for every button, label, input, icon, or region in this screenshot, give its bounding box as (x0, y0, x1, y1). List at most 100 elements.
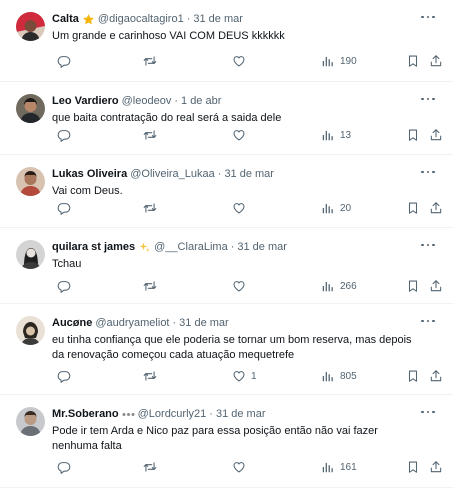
timestamp[interactable]: 31 de mar (224, 166, 274, 183)
reply-tweet[interactable]: Mr.Soberano @Lordcurly21 · 31 de mar Pode ir… (0, 395, 453, 488)
separator-dot: · (230, 241, 235, 253)
bookmark-button[interactable] (401, 53, 420, 69)
reply-button[interactable] (52, 53, 71, 69)
action-bar: 1 805 (52, 368, 442, 384)
star-emoji-icon (82, 13, 95, 26)
share-button[interactable] (424, 200, 443, 216)
reply-tweet[interactable]: Leo Vardiero @leodeov · 1 de abr que baita c… (0, 82, 453, 155)
author-handle[interactable]: @audryameliot (95, 315, 169, 332)
like-icon (232, 128, 246, 142)
like-icon (232, 54, 246, 68)
reply-icon (57, 201, 71, 215)
author-name[interactable]: Calta (52, 11, 79, 28)
share-button[interactable] (424, 278, 443, 294)
share-icon (429, 128, 443, 142)
avatar[interactable] (16, 12, 45, 41)
author-name[interactable]: Leo Vardiero (52, 93, 119, 110)
reply-tweet[interactable]: Calta @digaocaltagiro1 · 31 de mar Um grande… (0, 0, 453, 82)
more-options-icon[interactable] (421, 14, 435, 20)
bookmark-icon (406, 201, 420, 215)
retweet-button[interactable] (138, 459, 157, 475)
separator-dot: · (174, 95, 179, 107)
views-icon (321, 369, 335, 383)
share-button[interactable] (424, 127, 443, 143)
like-button[interactable] (227, 459, 246, 475)
retweet-button[interactable] (138, 368, 157, 384)
like-button[interactable]: 1 (227, 368, 257, 384)
share-button[interactable] (424, 53, 443, 69)
author-handle[interactable]: @__ClaraLima (154, 239, 228, 256)
avatar[interactable] (16, 407, 45, 436)
reply-icon (57, 128, 71, 142)
author-handle[interactable]: @digaocaltagiro1 (98, 11, 184, 28)
views-count: 161 (340, 461, 357, 473)
share-icon (429, 369, 443, 383)
bookmark-button[interactable] (401, 127, 420, 143)
reply-tweet[interactable]: quilara st james @__ClaraLima · 31 de mar Tc… (0, 228, 453, 304)
retweet-button[interactable] (138, 278, 157, 294)
more-options-icon[interactable] (421, 169, 435, 175)
views-icon (321, 128, 335, 142)
reply-button[interactable] (52, 127, 71, 143)
views-button[interactable]: 190 (316, 53, 357, 69)
share-button[interactable] (424, 459, 443, 475)
timestamp[interactable]: 1 de abr (181, 93, 221, 110)
views-button[interactable]: 805 (316, 368, 357, 384)
bookmark-button[interactable] (401, 459, 420, 475)
timestamp[interactable]: 31 de mar (216, 406, 266, 423)
avatar[interactable] (16, 240, 45, 269)
author-handle[interactable]: @Lordcurly21 (138, 406, 207, 423)
tweet-text: Um grande e carinhoso VAI COM DEUS kkkkk… (52, 30, 285, 42)
more-options-icon[interactable] (421, 96, 435, 102)
bookmark-icon (406, 54, 420, 68)
share-button[interactable] (424, 368, 443, 384)
tweet-text: Pode ir tem Arda e Nico paz para essa po… (52, 425, 378, 452)
author-name[interactable]: Lukas Oliveira (52, 166, 127, 183)
retweet-button[interactable] (138, 127, 157, 143)
reply-icon (57, 369, 71, 383)
like-button[interactable] (227, 278, 246, 294)
author-name[interactable]: Mr.Soberano (52, 406, 119, 423)
timestamp[interactable]: 31 de mar (193, 11, 243, 28)
views-count: 13 (340, 129, 352, 141)
reply-tweet[interactable]: Aucøne @audryameliot · 31 de mar eu tinha co… (0, 304, 453, 395)
author-handle[interactable]: @Oliveira_Lukaa (130, 166, 215, 183)
reply-button[interactable] (52, 200, 71, 216)
reply-button[interactable] (52, 368, 71, 384)
like-button[interactable] (227, 53, 246, 69)
like-button[interactable] (227, 127, 246, 143)
tweet-text: Vai com Deus. (52, 185, 123, 197)
reply-button[interactable] (52, 459, 71, 475)
avatar[interactable] (16, 167, 45, 196)
timestamp[interactable]: 31 de mar (179, 315, 229, 332)
author-handle[interactable]: @leodeov (122, 93, 172, 110)
author-name[interactable]: quilara st james (52, 239, 135, 256)
views-count: 805 (340, 370, 357, 382)
reply-tweet[interactable]: Lukas Oliveira @Oliveira_Lukaa · 31 de mar V… (0, 155, 453, 228)
retweet-button[interactable] (138, 200, 157, 216)
replies-feed: Calta @digaocaltagiro1 · 31 de mar Um grande… (0, 0, 453, 488)
views-button[interactable]: 13 (316, 127, 351, 143)
tweet-header: Lukas Oliveira @Oliveira_Lukaa · 31 de mar (52, 166, 274, 183)
author-name[interactable]: Aucøne (52, 315, 92, 332)
views-button[interactable]: 161 (316, 459, 357, 475)
action-bar: 13 (52, 127, 442, 143)
retweet-icon (143, 369, 157, 383)
retweet-icon (143, 279, 157, 293)
tweet-header: Calta @digaocaltagiro1 · 31 de mar (52, 11, 243, 28)
more-options-icon[interactable] (421, 242, 435, 248)
views-button[interactable]: 266 (316, 278, 357, 294)
more-options-icon[interactable] (421, 409, 435, 415)
retweet-button[interactable] (138, 53, 157, 69)
timestamp[interactable]: 31 de mar (237, 239, 287, 256)
separator-dot: · (186, 13, 191, 25)
views-button[interactable]: 20 (316, 200, 351, 216)
like-button[interactable] (227, 200, 246, 216)
more-options-icon[interactable] (421, 318, 435, 324)
avatar[interactable] (16, 94, 45, 123)
bookmark-button[interactable] (401, 278, 420, 294)
reply-button[interactable] (52, 278, 71, 294)
avatar[interactable] (16, 316, 45, 345)
bookmark-button[interactable] (401, 368, 420, 384)
bookmark-button[interactable] (401, 200, 420, 216)
